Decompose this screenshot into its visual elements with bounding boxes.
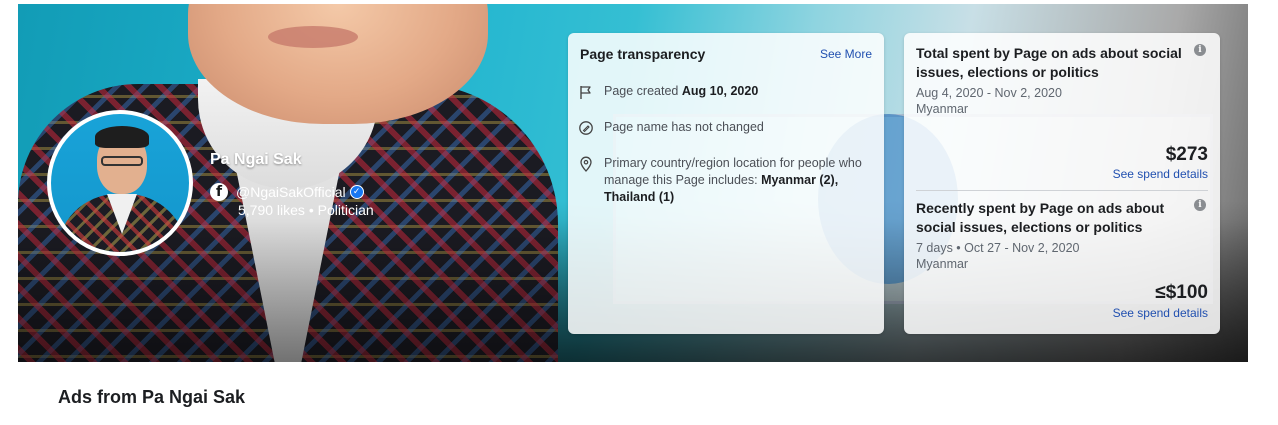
location-text: Primary country/region location for peop…: [604, 155, 874, 206]
total-spend-region: Myanmar: [916, 102, 969, 116]
recent-spend-region: Myanmar: [916, 257, 969, 271]
page-meta: 5,790 likes • Politician: [238, 202, 374, 218]
avatar-hair: [95, 126, 149, 148]
name-change-text: Page name has not changed: [604, 120, 764, 134]
edit-icon: [578, 120, 594, 141]
recent-see-spend-details-link[interactable]: See spend details: [1113, 306, 1208, 320]
page-transparency-card: Page transparency See More Page created …: [568, 33, 884, 334]
total-spend-title: Total spent by Page on ads about social …: [916, 45, 1182, 80]
ad-spend-card: Total spent by Page on ads about social …: [904, 33, 1220, 334]
facebook-icon: f: [210, 183, 228, 201]
avatar-glasses: [101, 156, 143, 166]
total-spend-amount: $273: [1165, 144, 1208, 165]
total-see-spend-details-link[interactable]: See spend details: [1113, 167, 1208, 181]
profile-avatar[interactable]: [47, 110, 193, 256]
info-icon[interactable]: i: [1194, 199, 1206, 211]
page-created-text: Page created Aug 10, 2020: [604, 83, 758, 105]
info-icon[interactable]: i: [1194, 44, 1206, 56]
total-spend-block: Total spent by Page on ads about social …: [916, 44, 1208, 117]
meta-separator: •: [308, 202, 314, 218]
page-handle[interactable]: @NgaiSakOfficial: [236, 184, 346, 200]
location-pin-icon: [578, 156, 594, 206]
name-change-row: Page name has not changed: [578, 119, 874, 141]
ads-section-title: Ads from Pa Ngai Sak: [58, 387, 246, 407]
recent-spend-block: Recently spent by Page on ads about soci…: [916, 199, 1208, 272]
page-handle-row: f @NgaiSakOfficial ✓: [210, 183, 364, 201]
page-created-label: Page created: [604, 84, 679, 98]
recent-spend-amount: ≤$100: [1155, 282, 1208, 303]
spend-divider: [916, 190, 1208, 191]
verified-badge-icon: ✓: [349, 185, 364, 199]
page-likes: 5,790 likes: [238, 202, 305, 218]
page-created-date: Aug 10, 2020: [681, 84, 759, 98]
page-category: Politician: [317, 202, 374, 218]
transparency-title: Page transparency: [580, 46, 706, 62]
see-more-link[interactable]: See More: [820, 47, 872, 61]
recent-spend-title: Recently spent by Page on ads about soci…: [916, 200, 1165, 235]
total-spend-date-range: Aug 4, 2020 - Nov 2, 2020: [916, 86, 1062, 100]
page-created-row: Page created Aug 10, 2020: [578, 83, 874, 105]
page-name[interactable]: Pa Ngai Sak: [210, 151, 302, 169]
location-row: Primary country/region location for peop…: [578, 155, 874, 206]
recent-spend-date-range: 7 days • Oct 27 - Nov 2, 2020: [916, 241, 1080, 255]
flag-icon: [578, 84, 594, 105]
